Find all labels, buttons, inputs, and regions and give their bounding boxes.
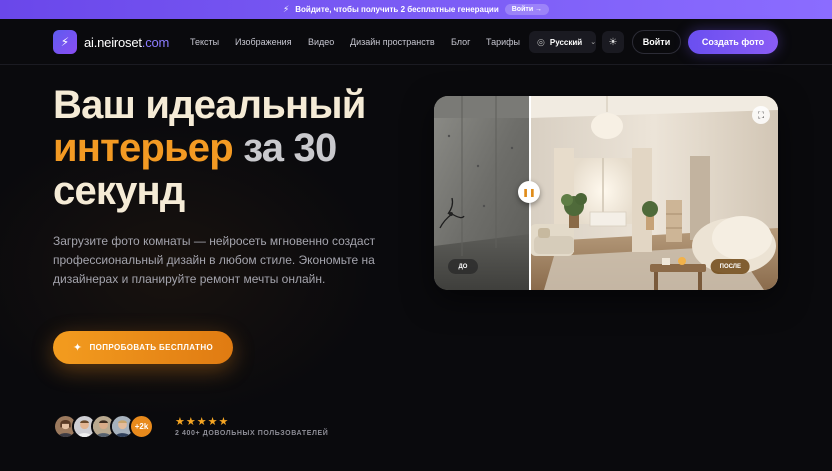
nav-link-texts[interactable]: Тексты	[190, 37, 235, 47]
before-label: ДО	[448, 259, 478, 274]
hero-title-rest: за 30	[232, 126, 337, 170]
try-free-button[interactable]: ✦ ПОПРОБОВАТЬ БЕСПЛАТНО	[53, 331, 233, 364]
logo-tld: .com	[141, 35, 170, 50]
hero-title: Ваш идеальный интерьер за 30 секунд	[53, 84, 366, 213]
hero-title-line1: Ваш идеальный	[53, 83, 366, 127]
logo-text[interactable]: ai.neiroset.com	[84, 35, 169, 50]
hero-title-line3: секунд	[53, 169, 185, 213]
after-label: ПОСЛЕ	[710, 259, 750, 274]
hero-description: Загрузите фото комнаты — нейросеть мгнов…	[53, 234, 376, 286]
language-label: Русский	[549, 37, 583, 47]
logo-name: ai.neiroset	[84, 35, 142, 50]
bolt-icon: ⚡	[282, 4, 290, 14]
pause-icon[interactable]: ❚❚	[518, 181, 540, 203]
before-after-comparison[interactable]: ❚❚ ДО ПОСЛЕ ⛶	[434, 96, 778, 290]
nav-link-blog[interactable]: Блог	[451, 37, 486, 47]
theme-toggle-sun-icon[interactable]: ☀	[602, 31, 624, 53]
more-users-badge: +2k	[129, 414, 154, 439]
promo-text: Войдите, чтобы получить 2 бесплатные ген…	[295, 5, 499, 14]
promo-login-button[interactable]: Войти →	[504, 4, 550, 15]
users-count: 2 400+ ДОВОЛЬНЫХ ПОЛЬЗОВАТЕЛЕЙ	[175, 430, 329, 437]
create-photo-button[interactable]: Создать фото	[688, 30, 778, 54]
user-avatars: +2k	[53, 414, 154, 440]
nav-link-images[interactable]: Изображения	[235, 37, 308, 47]
nav-links: Тексты Изображения Видео Дизайн простран…	[190, 37, 526, 47]
login-button[interactable]: Войти	[632, 30, 681, 54]
rating-stars: ★★★★★	[175, 416, 230, 428]
sparkle-icon: ✦	[72, 342, 83, 354]
nav-link-space-design[interactable]: Дизайн пространств	[350, 37, 451, 47]
promo-banner: ⚡ Войдите, чтобы получить 2 бесплатные г…	[0, 0, 832, 19]
nav-link-video[interactable]: Видео	[308, 37, 350, 47]
logo-icon[interactable]: ⚡	[53, 30, 77, 54]
try-free-label: ПОПРОБОВАТЬ БЕСПЛАТНО	[89, 343, 214, 352]
hero-title-accent: интерьер	[53, 126, 234, 170]
chevron-down-icon: ⌄	[590, 39, 597, 46]
language-select[interactable]: ◎ Русский ⌄	[529, 31, 596, 53]
top-navigation: ⚡ ai.neiroset.com Тексты Изображения Вид…	[0, 19, 832, 65]
globe-icon: ◎	[537, 36, 545, 47]
nav-link-pricing[interactable]: Тарифы	[486, 37, 526, 47]
expand-icon[interactable]: ⛶	[752, 106, 770, 124]
